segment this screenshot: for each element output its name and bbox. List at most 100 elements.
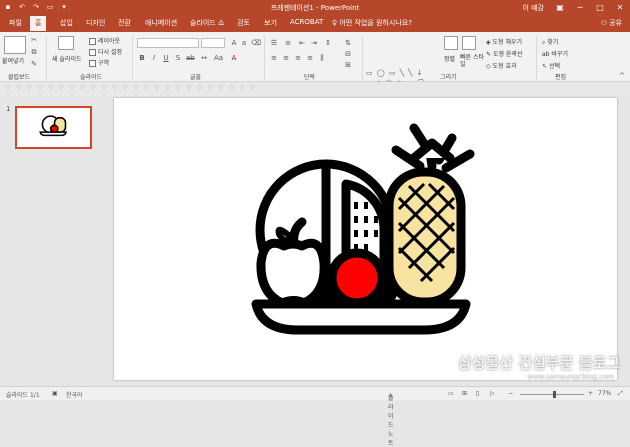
tab-review[interactable]: 검토 xyxy=(237,18,250,28)
cut-icon[interactable]: ✂ xyxy=(30,36,38,44)
title-bar: ▪ ↶ ↷ ▭ ▾ 프레젠테이션1 - PowerPoint 이 예감 ▣ ─ … xyxy=(0,0,630,15)
blog-watermark: 삼성물산 건설부문 블로그 xyxy=(457,354,620,372)
arrange-button[interactable]: 정렬 xyxy=(444,54,455,63)
section-button[interactable]: 구역 xyxy=(89,58,109,67)
find-label: 찾기 xyxy=(547,39,559,46)
tab-design[interactable]: 디자인 xyxy=(86,18,105,28)
italic-icon[interactable]: I xyxy=(150,54,158,62)
blog-watermark-url: www.samsungcblog.com xyxy=(527,373,614,381)
columns-icon[interactable]: ⫼ xyxy=(318,54,326,62)
status-bar: 슬라이드 1/1 ▣ 한국어 ≜ 슬라이드 노트 ▭ ⊞ ▯ ▷ − + 77%… xyxy=(0,386,630,447)
language-status[interactable]: 한국어 xyxy=(66,390,83,399)
copy-icon[interactable]: ⧉ xyxy=(30,48,38,56)
minimize-button[interactable]: ─ xyxy=(570,0,590,15)
shape-outline-button[interactable]: ✎ 도형 윤곽선 xyxy=(486,49,522,58)
replace-label: 바꾸기 xyxy=(551,51,568,58)
bullets-icon[interactable]: ☰ xyxy=(270,39,278,47)
underline-icon[interactable]: U xyxy=(162,54,170,62)
window-controls: ▣ ─ □ ✕ xyxy=(550,0,630,15)
numbering-icon[interactable]: ≡ xyxy=(284,39,292,47)
font-name-field[interactable] xyxy=(137,38,199,48)
shape-effects-label: 도형 효과 xyxy=(492,63,517,70)
zoom-percent[interactable]: 77% xyxy=(598,390,611,397)
clear-format-icon[interactable]: ⌫ xyxy=(251,39,261,47)
increase-indent-icon[interactable]: ⇥ xyxy=(310,39,318,47)
slide-number: 1 xyxy=(6,105,11,113)
tab-home[interactable]: 홈 xyxy=(30,16,47,31)
tell-me-search[interactable]: ♀ 어떤 작업을 원하시나요? xyxy=(332,18,412,28)
align-left-icon[interactable]: ≡ xyxy=(270,54,278,62)
drawing-group-label: 그리기 xyxy=(440,74,457,81)
increase-font-icon[interactable]: A xyxy=(230,39,238,47)
slides-group-label: 슬라이드 xyxy=(80,74,103,81)
section-label: 구역 xyxy=(98,60,110,67)
format-painter-icon[interactable]: ✎ xyxy=(30,60,38,68)
strikethrough-icon[interactable]: ab xyxy=(186,54,195,62)
acrobat-toolbar: ◇◇◇◇◇◇◇◇◇◇◇◇◇◇◇◇◇◇◇◇◇◇◇◇ xyxy=(0,82,630,96)
zoom-slider[interactable] xyxy=(520,394,584,395)
bold-icon[interactable]: B xyxy=(138,54,146,62)
reset-button[interactable]: 다시 설정 xyxy=(89,47,122,56)
tab-file[interactable]: 파일 xyxy=(9,18,22,28)
smartart-icon[interactable]: ⊞ xyxy=(344,61,352,69)
decrease-font-icon[interactable]: a xyxy=(240,39,248,47)
fit-slide-icon[interactable]: ⤢ xyxy=(618,390,623,398)
quick-styles-button[interactable]: 빠른 스타일 xyxy=(460,54,484,68)
notes-label: 슬라이드 노트 xyxy=(388,395,394,447)
align-center-icon[interactable]: ≡ xyxy=(282,54,290,62)
decrease-indent-icon[interactable]: ⇤ xyxy=(298,39,306,47)
proofing-icon[interactable]: ▣ xyxy=(52,390,58,397)
reset-label: 다시 설정 xyxy=(98,49,122,56)
user-name[interactable]: 이 예감 xyxy=(522,3,544,13)
char-spacing-icon[interactable]: ↔ xyxy=(200,54,208,62)
text-direction-icon[interactable]: ⇅ xyxy=(344,39,352,47)
align-right-icon[interactable]: ≡ xyxy=(294,54,302,62)
section-icon xyxy=(89,60,96,67)
slideshow-view-icon[interactable]: ▷ xyxy=(490,390,495,397)
zoom-slider-thumb[interactable] xyxy=(553,391,556,398)
maximize-button[interactable]: □ xyxy=(590,0,610,15)
tab-animations[interactable]: 애니메이션 xyxy=(145,18,177,28)
replace-icon: ab xyxy=(542,51,552,58)
collapse-ribbon-icon[interactable]: ^ xyxy=(618,72,626,80)
layout-button[interactable]: 레이아웃 xyxy=(89,36,120,45)
find-button[interactable]: ⌕ 찾기 xyxy=(542,37,558,47)
tab-acrobat[interactable]: ACROBAT xyxy=(290,18,323,26)
close-button[interactable]: ✕ xyxy=(610,0,630,15)
font-group-label: 글꼴 xyxy=(190,74,202,81)
group-divider xyxy=(362,36,363,80)
justify-icon[interactable]: ≡ xyxy=(306,54,314,62)
shape-fill-button[interactable]: ◈ 도형 채우기 xyxy=(486,37,522,46)
slide-thumbnail-1[interactable] xyxy=(15,106,92,149)
tab-transitions[interactable]: 전환 xyxy=(118,18,131,28)
tab-view[interactable]: 보기 xyxy=(264,18,277,28)
new-slide-button[interactable]: 새 슬라이드 xyxy=(52,54,82,63)
zoom-in-icon[interactable]: + xyxy=(588,390,593,397)
slide-sorter-icon[interactable]: ⊞ xyxy=(462,390,467,397)
fruit-bowl-icon xyxy=(251,123,475,335)
replace-button[interactable]: ab 바꾸기 xyxy=(542,49,568,58)
change-case-icon[interactable]: Aa xyxy=(214,54,223,62)
share-button[interactable]: ⚇ 공유 xyxy=(601,18,622,28)
shape-effects-button[interactable]: ◇ 도형 효과 xyxy=(486,61,517,70)
paste-button[interactable]: 붙여넣기 xyxy=(2,56,24,65)
arrange-icon xyxy=(444,36,458,50)
slide-canvas[interactable] xyxy=(114,98,617,380)
tab-slideshow[interactable]: 슬라이드 쇼 xyxy=(190,18,224,28)
font-color-icon[interactable]: A xyxy=(230,54,238,62)
line-spacing-icon[interactable]: ↕ xyxy=(324,39,332,47)
tab-insert[interactable]: 삽입 xyxy=(60,18,73,28)
shadow-icon[interactable]: S xyxy=(174,54,182,62)
normal-view-icon[interactable]: ▭ xyxy=(448,390,454,397)
align-text-icon[interactable]: ⊟ xyxy=(344,50,352,58)
zoom-out-icon[interactable]: − xyxy=(508,390,513,397)
font-size-field[interactable] xyxy=(201,38,225,48)
new-slide-icon xyxy=(58,36,74,50)
reading-view-icon[interactable]: ▯ xyxy=(476,390,479,397)
pen-icon: ✎ xyxy=(486,51,493,58)
ribbon-tab-bar: 파일 홈 삽입 디자인 전환 애니메이션 슬라이드 쇼 검토 보기 ACROBA… xyxy=(0,15,630,32)
ribbon-display-icon[interactable]: ▣ xyxy=(550,0,570,15)
select-button[interactable]: ↖ 선택 xyxy=(542,61,560,70)
layout-icon xyxy=(89,38,96,45)
fruit-bowl-thumbnail-icon xyxy=(39,115,67,137)
